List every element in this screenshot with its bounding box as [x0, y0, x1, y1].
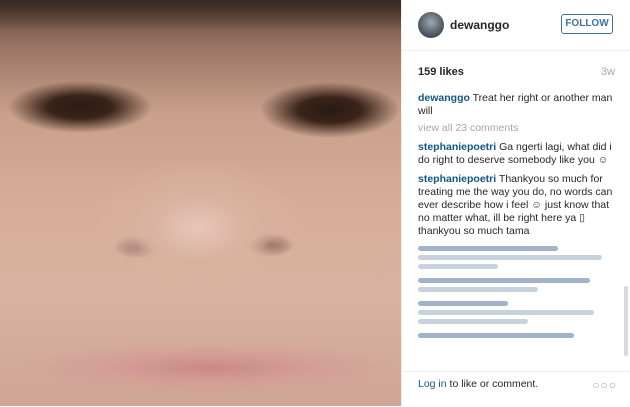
- likes-row: 159 likes 3w: [418, 66, 615, 80]
- login-link[interactable]: Log in: [418, 378, 447, 390]
- blurred-line: [418, 310, 594, 315]
- post-details-panel: dewanggo FOLLOW 159 likes 3w dewanggo Tr…: [401, 0, 630, 406]
- likes-count[interactable]: 159 likes: [418, 66, 464, 78]
- follow-button[interactable]: FOLLOW: [561, 14, 613, 34]
- blurred-line: [418, 301, 508, 306]
- comment-username[interactable]: stephaniepoetri: [418, 141, 496, 153]
- login-prompt: Log in to like or comment.: [418, 378, 538, 390]
- login-prompt-text: to like or comment.: [446, 378, 539, 390]
- post-header: dewanggo FOLLOW: [402, 0, 630, 51]
- blurred-line: [418, 319, 528, 324]
- comment: stephaniepoetri Thankyou so much for tre…: [418, 173, 615, 238]
- blurred-comments: [418, 246, 618, 342]
- comment: stephaniepoetri Ga ngerti lagi, what did…: [418, 141, 615, 167]
- blurred-line: [418, 333, 574, 338]
- blurred-line: [418, 246, 558, 251]
- caption-username[interactable]: dewanggo: [418, 92, 470, 104]
- comment-username[interactable]: stephaniepoetri: [418, 173, 496, 185]
- blurred-line: [418, 264, 498, 269]
- post-photo[interactable]: [0, 0, 401, 406]
- comments-section: dewanggo Treat her right or another man …: [418, 92, 615, 244]
- view-all-comments-link[interactable]: view all 23 comments: [418, 122, 615, 135]
- post-time[interactable]: 3w: [601, 66, 615, 78]
- comments-scrollbar[interactable]: [624, 286, 628, 356]
- caption: dewanggo Treat her right or another man …: [418, 92, 615, 118]
- blurred-line: [418, 287, 538, 292]
- more-options-icon[interactable]: ○○○: [592, 378, 617, 392]
- photo-hair-shadow: [0, 0, 401, 30]
- blurred-line: [418, 255, 602, 260]
- blurred-line: [418, 278, 590, 283]
- post-footer: Log in to like or comment. ○○○: [402, 371, 630, 407]
- avatar[interactable]: [418, 12, 444, 38]
- username-link[interactable]: dewanggo: [450, 18, 509, 32]
